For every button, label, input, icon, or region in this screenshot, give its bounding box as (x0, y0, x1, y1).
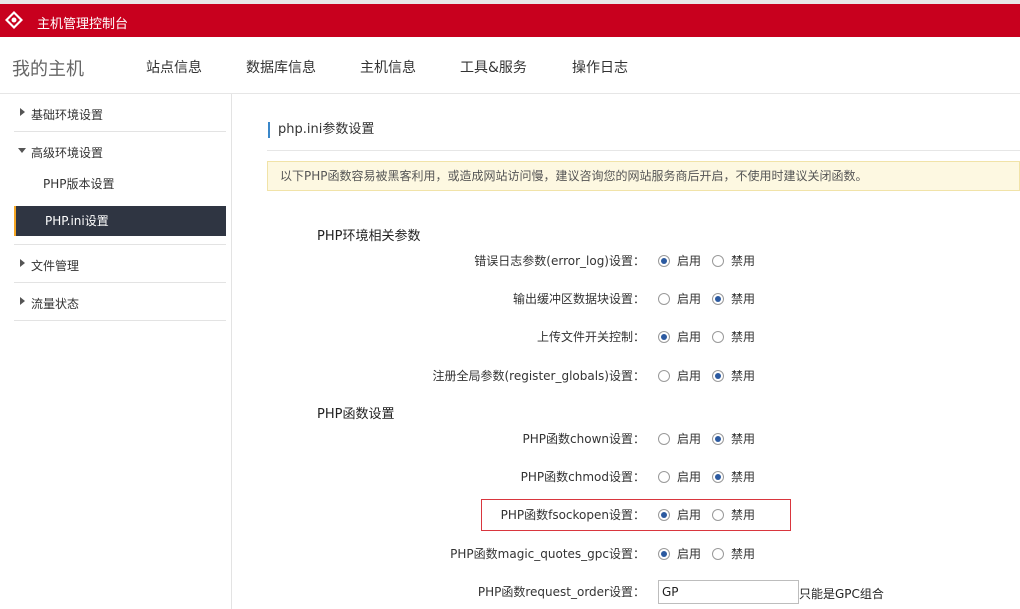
caret-down-icon (18, 148, 26, 153)
disable-radio[interactable]: 禁用 (712, 367, 755, 384)
disable-radio[interactable]: 禁用 (712, 430, 755, 447)
sidebar-item-php-ini[interactable]: PHP.ini设置 (14, 206, 226, 236)
radio-label: 禁用 (731, 432, 756, 446)
logo-icon (5, 11, 23, 29)
radio-label: 禁用 (731, 369, 756, 383)
radio-label: 启用 (677, 432, 702, 446)
radio-label: 启用 (677, 330, 702, 344)
page-title: php.ini参数设置 (268, 122, 374, 138)
radio-checked-icon (658, 547, 670, 560)
enable-radio[interactable]: 启用 (658, 468, 701, 485)
sidebar-group-label: 高级环境设置 (31, 146, 104, 160)
radio-unchecked-icon (658, 470, 670, 483)
setting-label: PHP函数chown设置： (522, 432, 645, 446)
radio-label: 启用 (677, 508, 702, 522)
disable-radio[interactable]: 禁用 (712, 328, 755, 345)
sidebar-group-file-manager[interactable]: 文件管理 (14, 245, 226, 283)
enable-radio[interactable]: 启用 (658, 545, 701, 562)
radio-checked-icon (712, 432, 724, 445)
setting-label: 错误日志参数(error_log)设置： (474, 254, 645, 268)
disable-radio[interactable]: 禁用 (712, 468, 755, 485)
main-nav: 我的主机 站点信息 数据库信息 主机信息 工具&服务 操作日志 (0, 37, 1020, 94)
radio-label: 禁用 (731, 547, 756, 561)
setting-label: 注册全局参数(register_globals)设置： (432, 369, 646, 383)
setting-row-magic-quotes-gpc: PHP函数magic_quotes_gpc设置： 启用 禁用 (233, 541, 1020, 565)
radio-label: 禁用 (731, 292, 756, 306)
radio-label: 启用 (677, 547, 702, 561)
radio-label: 启用 (677, 254, 702, 268)
setting-row-request-order: PHP函数request_order设置： (233, 579, 1020, 603)
setting-label: PHP函数request_order设置： (477, 585, 645, 599)
setting-row-chmod: PHP函数chmod设置： 启用 禁用 (233, 464, 1020, 488)
app-title: 主机管理控制台 (37, 17, 129, 32)
radio-checked-icon (658, 254, 670, 267)
radio-label: 启用 (677, 292, 702, 306)
nav-tools-services[interactable]: 工具&服务 (460, 57, 527, 77)
sidebar-group-label: 文件管理 (31, 259, 80, 273)
enable-radio[interactable]: 启用 (658, 328, 701, 345)
setting-row-fsockopen: PHP函数fsockopen设置： 启用 禁用 (233, 502, 1020, 526)
radio-unchecked-icon (658, 292, 670, 305)
top-bar: 主机管理控制台 (0, 0, 1020, 37)
setting-label: 输出缓冲区数据块设置： (512, 292, 645, 306)
setting-row-output-buffering: 输出缓冲区数据块设置： 启用 禁用 (233, 286, 1020, 310)
radio-label: 禁用 (731, 330, 756, 344)
sidebar-item-php-version[interactable]: PHP版本设置 (14, 169, 226, 199)
setting-label: PHP函数chmod设置： (520, 470, 645, 484)
nav-database-info[interactable]: 数据库信息 (246, 57, 316, 77)
disable-radio[interactable]: 禁用 (712, 506, 755, 523)
radio-label: 禁用 (731, 254, 756, 268)
enable-radio[interactable]: 启用 (658, 430, 701, 447)
radio-unchecked-icon (712, 508, 724, 521)
sidebar-group-traffic-status[interactable]: 流量状态 (14, 283, 226, 321)
radio-label: 禁用 (731, 508, 756, 522)
enable-radio[interactable]: 启用 (658, 367, 701, 384)
setting-row-error-log: 错误日志参数(error_log)设置： 启用 禁用 (233, 248, 1020, 272)
nav-operation-log[interactable]: 操作日志 (572, 57, 628, 77)
radio-checked-icon (712, 470, 724, 483)
nav-home[interactable]: 我的主机 (12, 55, 84, 81)
group-title-php-env: PHP环境相关参数 (317, 229, 421, 244)
radio-label: 禁用 (731, 470, 756, 484)
sidebar-group-basic-env[interactable]: 基础环境设置 (14, 94, 226, 132)
setting-label: PHP函数fsockopen设置： (500, 508, 645, 522)
setting-row-register-globals: 注册全局参数(register_globals)设置： 启用 禁用 (233, 363, 1020, 387)
radio-unchecked-icon (658, 369, 670, 382)
nav-site-info[interactable]: 站点信息 (146, 57, 202, 77)
main-panel: php.ini参数设置 以下PHP函数容易被黑客利用，或造成网站访问慢，建议咨询… (233, 94, 1020, 609)
caret-right-icon (20, 259, 25, 267)
radio-checked-icon (658, 330, 670, 343)
sidebar: 基础环境设置 高级环境设置 PHP版本设置 PHP.ini设置 文件管理 流量状… (0, 94, 232, 609)
radio-unchecked-icon (658, 432, 670, 445)
enable-radio[interactable]: 启用 (658, 290, 701, 307)
radio-checked-icon (712, 369, 724, 382)
divider (267, 150, 1020, 151)
request-order-hint: 只能是GPC组合 (799, 587, 884, 601)
caret-right-icon (20, 297, 25, 305)
request-order-input[interactable]: GP (658, 580, 799, 604)
enable-radio[interactable]: 启用 (658, 506, 701, 523)
radio-checked-icon (712, 292, 724, 305)
caret-right-icon (20, 108, 25, 116)
disable-radio[interactable]: 禁用 (712, 545, 755, 562)
radio-checked-icon (658, 508, 670, 521)
warning-notice: 以下PHP函数容易被黑客利用，或造成网站访问慢，建议咨询您的网站服务商后开启，不… (267, 161, 1020, 191)
radio-unchecked-icon (712, 547, 724, 560)
radio-label: 启用 (677, 369, 702, 383)
sidebar-group-advanced-env[interactable]: 高级环境设置 (14, 132, 226, 170)
group-title-php-functions: PHP函数设置 (317, 407, 395, 422)
radio-unchecked-icon (712, 254, 724, 267)
setting-label: PHP函数magic_quotes_gpc设置： (450, 547, 645, 561)
setting-row-file-uploads: 上传文件开关控制： 启用 禁用 (233, 324, 1020, 348)
disable-radio[interactable]: 禁用 (712, 252, 755, 269)
sidebar-group-label: 基础环境设置 (31, 108, 104, 122)
enable-radio[interactable]: 启用 (658, 252, 701, 269)
setting-row-chown: PHP函数chown设置： 启用 禁用 (233, 426, 1020, 450)
setting-label: 上传文件开关控制： (536, 330, 645, 344)
disable-radio[interactable]: 禁用 (712, 290, 755, 307)
radio-unchecked-icon (712, 330, 724, 343)
nav-host-info[interactable]: 主机信息 (360, 57, 416, 77)
sidebar-group-label: 流量状态 (31, 297, 80, 311)
radio-label: 启用 (677, 470, 702, 484)
